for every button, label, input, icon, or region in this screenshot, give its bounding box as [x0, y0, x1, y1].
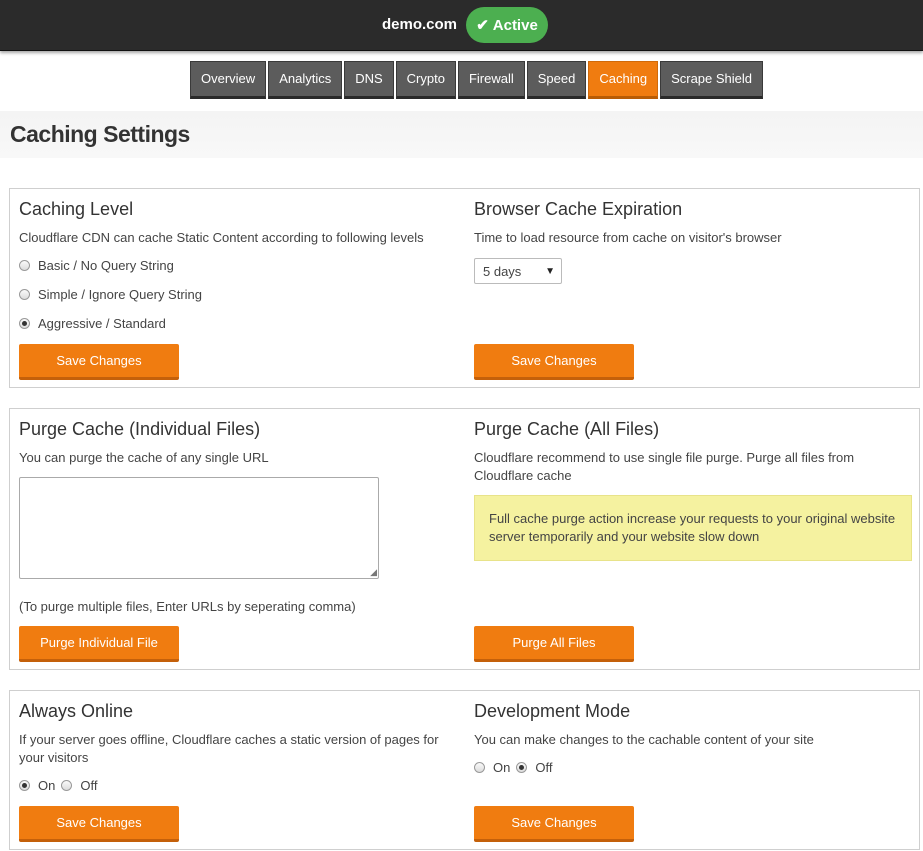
always-online-on-label: On	[38, 778, 56, 793]
panel-caching: Caching Level Cloudflare CDN can cache S…	[9, 188, 920, 388]
browser-cache-select[interactable]: 5 days ▼	[474, 258, 562, 284]
dev-mode-description: You can make changes to the cachable con…	[474, 732, 814, 747]
radio-option-aggressive[interactable]: Aggressive / Standard	[19, 316, 166, 331]
radio-simple-label: Simple / Ignore Query String	[38, 287, 203, 302]
browser-cache-save-button[interactable]: Save Changes	[474, 344, 634, 380]
tab-overview[interactable]: Overview	[190, 61, 267, 99]
dev-mode-title: Development Mode	[474, 701, 631, 721]
radio-basic[interactable]	[19, 260, 30, 271]
radio-simple[interactable]	[19, 289, 30, 300]
tab-dns[interactable]: DNS	[344, 61, 394, 99]
top-bar: demo.com ✔ Active	[0, 0, 923, 51]
panel-purge: Purge Cache (Individual Files) You can p…	[9, 408, 920, 670]
purge-individual-description: You can purge the cache of any single UR…	[19, 450, 269, 465]
tab-analytics[interactable]: Analytics	[268, 61, 343, 99]
dev-mode-save-button[interactable]: Save Changes	[474, 806, 634, 842]
always-online-off-radio[interactable]	[61, 780, 73, 791]
status-badge: ✔ Active	[466, 7, 548, 43]
radio-aggressive[interactable]	[19, 318, 30, 329]
dev-mode-on-label: On	[493, 760, 511, 775]
radio-aggressive-label: Aggressive / Standard	[38, 316, 166, 331]
radio-basic-label: Basic / No Query String	[38, 258, 174, 273]
tab-caching[interactable]: Caching	[588, 61, 659, 99]
dev-mode-on-radio[interactable]	[474, 762, 485, 773]
panel-online-dev: Always Online If your server goes offlin…	[9, 690, 920, 850]
purge-all-description: Cloudflare recommend to use single file …	[474, 450, 855, 483]
radio-option-simple[interactable]: Simple / Ignore Query String	[19, 287, 202, 302]
tab-firewall[interactable]: Firewall	[457, 61, 525, 99]
tab-crypto[interactable]: Crypto	[395, 61, 456, 99]
browser-cache-title: Browser Cache Expiration	[474, 199, 683, 219]
always-online-title: Always Online	[19, 701, 134, 721]
dev-mode-radio-group: On Off	[474, 760, 552, 775]
dev-mode-off-label: Off	[535, 760, 553, 775]
caching-level-description: Cloudflare CDN can cache Static Content …	[19, 230, 424, 245]
tab-speed[interactable]: Speed	[526, 61, 587, 99]
checkmark-icon: ✔	[476, 17, 489, 34]
page-title: Caching Settings	[10, 121, 190, 147]
always-online-description: If your server goes offline, Cloudflare …	[19, 732, 439, 765]
settings-header: Caching Settings	[0, 111, 923, 158]
tab-scrape-shield[interactable]: Scrape Shield	[660, 61, 764, 99]
purge-all-warning: Full cache purge action increase your re…	[474, 495, 912, 561]
purge-individual-button[interactable]: Purge Individual File	[19, 626, 179, 662]
purge-individual-note: (To purge multiple files, Enter URLs by …	[19, 599, 356, 614]
radio-option-basic[interactable]: Basic / No Query String	[19, 258, 174, 273]
dev-mode-off-radio[interactable]	[516, 762, 528, 773]
browser-cache-selected: 5 days	[483, 264, 522, 279]
purge-individual-title: Purge Cache (Individual Files)	[19, 419, 261, 439]
dropdown-arrow-icon: ▼	[545, 266, 555, 277]
nav-tabs: Overview Analytics DNS Crypto Firewall S…	[190, 61, 764, 99]
always-online-save-button[interactable]: Save Changes	[19, 806, 179, 842]
always-online-off-label: Off	[80, 778, 98, 793]
domain-name: demo.com	[382, 16, 458, 33]
caching-level-save-button[interactable]: Save Changes	[19, 344, 179, 380]
resize-handle-icon[interactable]: ◢	[370, 567, 377, 578]
browser-cache-description: Time to load resource from cache on visi…	[474, 230, 782, 245]
caching-level-title: Caching Level	[19, 199, 134, 219]
purge-all-title: Purge Cache (All Files)	[474, 419, 660, 439]
purge-all-button[interactable]: Purge All Files	[474, 626, 634, 662]
purge-url-textarea[interactable]: ◢	[19, 477, 379, 579]
status-label: Active	[492, 16, 538, 34]
always-online-on-radio[interactable]	[19, 780, 30, 791]
always-online-radio-group: On Off	[19, 778, 97, 793]
